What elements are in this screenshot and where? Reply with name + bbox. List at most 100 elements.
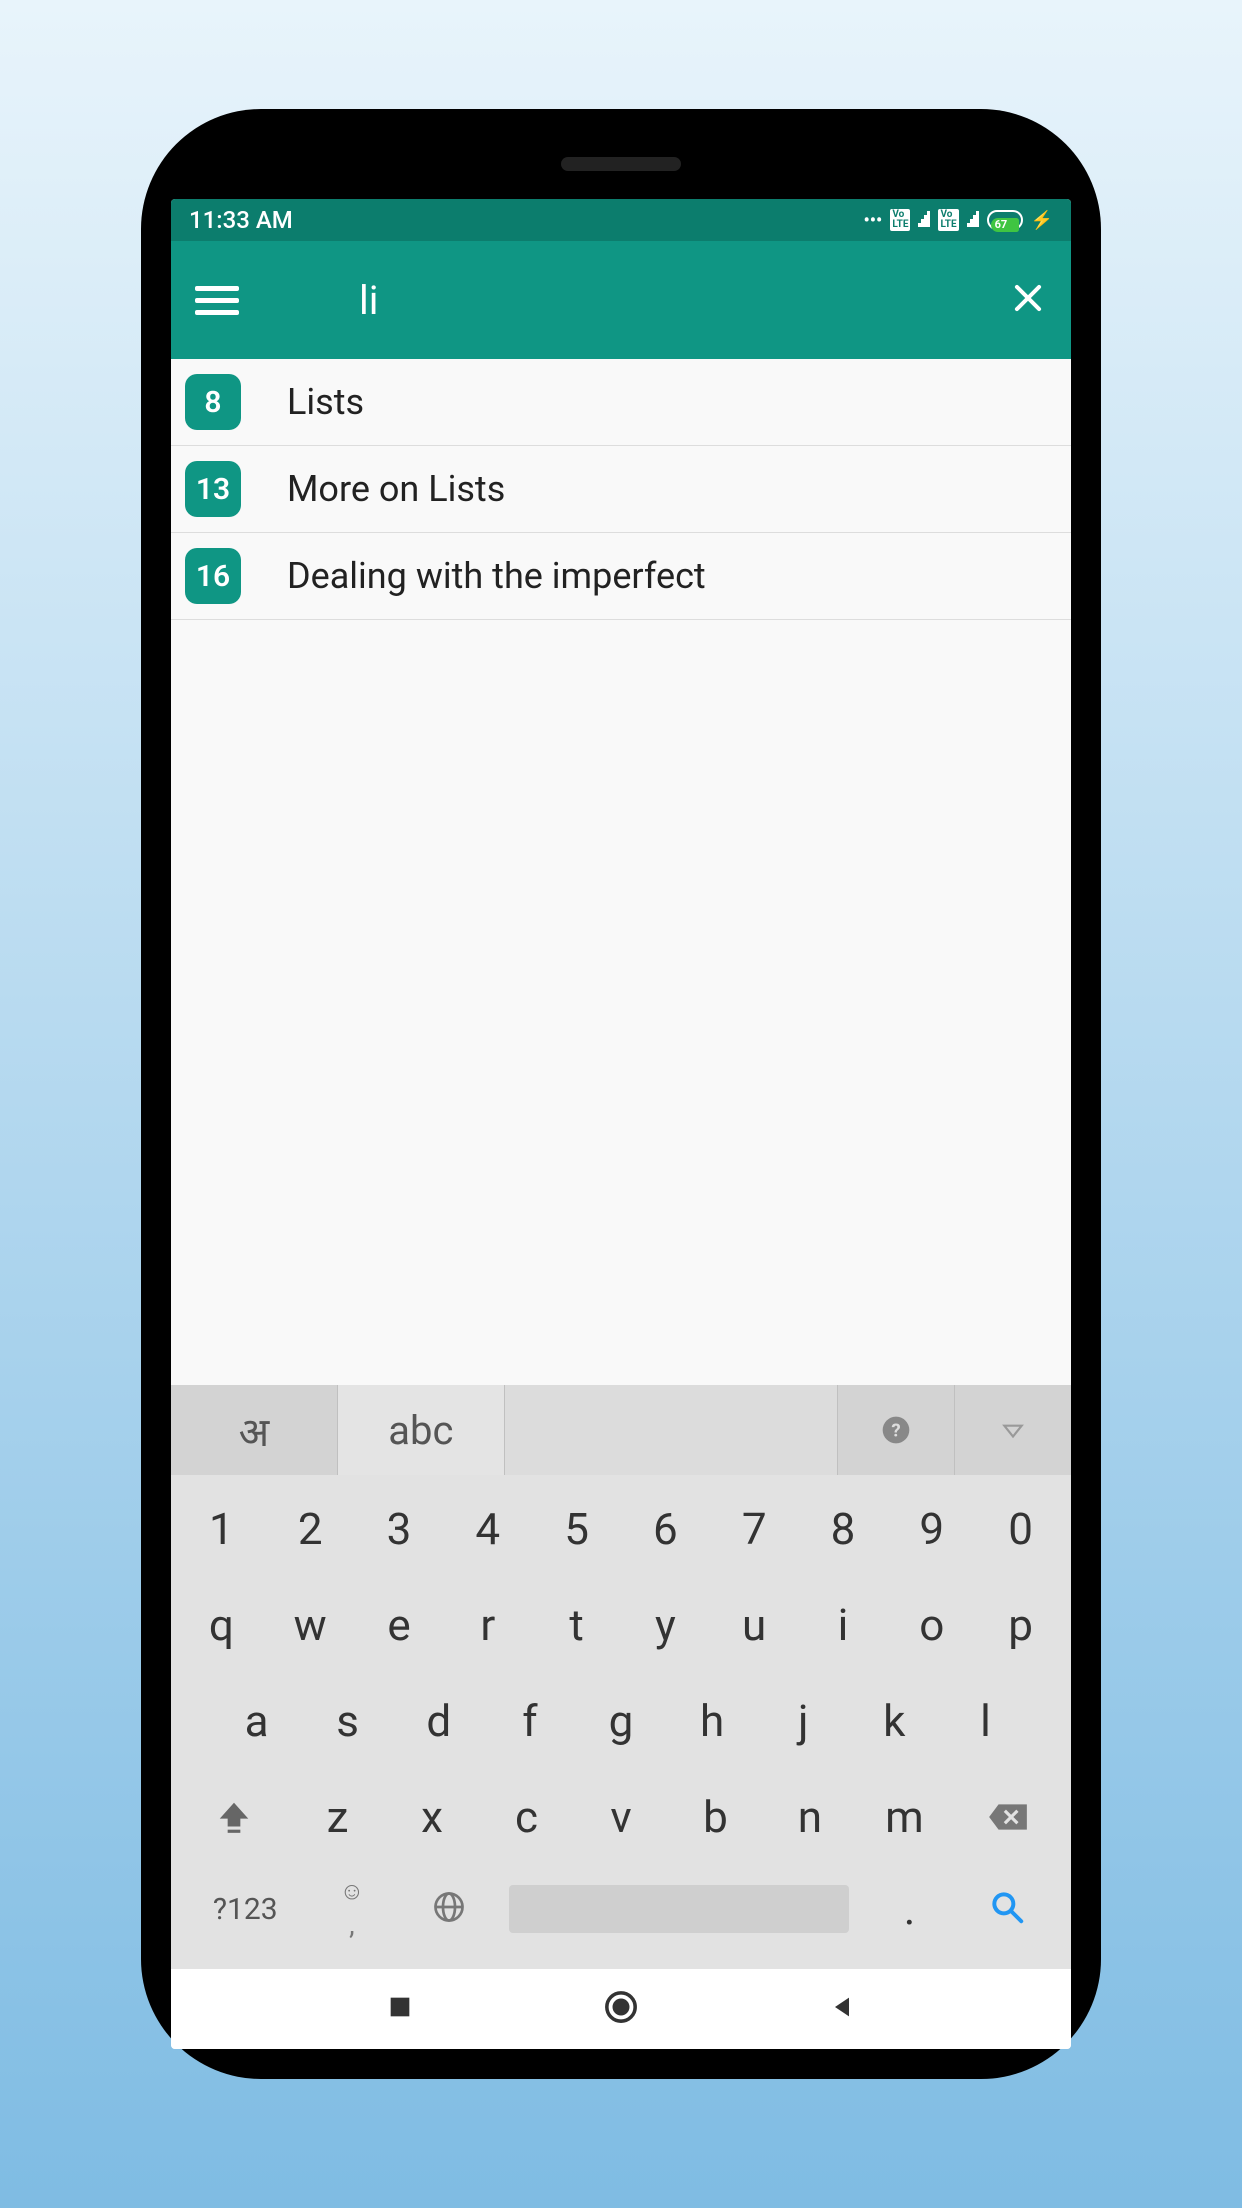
list-item[interactable]: 8 Lists xyxy=(171,359,1071,446)
suggestion-area xyxy=(505,1385,838,1475)
keyboard-row-numbers: 1 2 3 4 5 6 7 8 9 0 xyxy=(177,1485,1065,1573)
recent-apps-button[interactable] xyxy=(386,1993,414,2025)
navigation-bar xyxy=(171,1969,1071,2049)
volte-icon-2: VoLTE xyxy=(938,209,958,231)
backspace-icon xyxy=(986,1800,1030,1834)
signal-icon-1 xyxy=(918,211,930,229)
key-l[interactable]: l xyxy=(940,1677,1031,1765)
status-time: 11:33 AM xyxy=(189,206,293,234)
key-9[interactable]: 9 xyxy=(887,1485,976,1573)
shift-key[interactable] xyxy=(177,1798,290,1836)
key-j[interactable]: j xyxy=(758,1677,849,1765)
key-2[interactable]: 2 xyxy=(266,1485,355,1573)
battery-icon: 67 xyxy=(987,210,1023,230)
signal-icon-2 xyxy=(967,211,979,229)
lang-switch-abc[interactable]: abc xyxy=(338,1385,505,1475)
phone-speaker xyxy=(561,157,681,171)
item-number-badge: 8 xyxy=(185,374,241,430)
key-h[interactable]: h xyxy=(667,1677,758,1765)
more-icon: ••• xyxy=(863,210,882,231)
key-e[interactable]: e xyxy=(355,1581,444,1669)
keyboard-row-zxcv: z x c v b n m xyxy=(177,1773,1065,1861)
key-n[interactable]: n xyxy=(763,1773,857,1861)
svg-text:?: ? xyxy=(891,1420,900,1442)
key-0[interactable]: 0 xyxy=(976,1485,1065,1573)
app-bar: li xyxy=(171,241,1071,359)
period-key[interactable]: . xyxy=(861,1883,958,1935)
key-u[interactable]: u xyxy=(710,1581,799,1669)
key-1[interactable]: 1 xyxy=(177,1485,266,1573)
menu-button[interactable] xyxy=(195,278,239,322)
triangle-left-icon xyxy=(828,1993,856,2021)
charging-icon: ⚡ xyxy=(1031,210,1053,231)
key-d[interactable]: d xyxy=(393,1677,484,1765)
key-m[interactable]: m xyxy=(857,1773,951,1861)
key-p[interactable]: p xyxy=(976,1581,1065,1669)
key-i[interactable]: i xyxy=(799,1581,888,1669)
space-key[interactable] xyxy=(509,1885,849,1933)
key-b[interactable]: b xyxy=(668,1773,762,1861)
emoji-icon: ☺ xyxy=(340,1877,365,1906)
square-icon xyxy=(386,1993,414,2021)
circle-icon xyxy=(604,1990,638,2024)
emoji-key[interactable]: ☺ , xyxy=(303,1877,400,1941)
key-k[interactable]: k xyxy=(849,1677,940,1765)
key-5[interactable]: 5 xyxy=(532,1485,621,1573)
shift-icon xyxy=(215,1798,253,1836)
item-label: Lists xyxy=(287,381,364,423)
key-s[interactable]: s xyxy=(302,1677,393,1765)
clear-search-button[interactable] xyxy=(1009,279,1047,321)
keyboard-bottom-row: ?123 ☺ , . xyxy=(177,1869,1065,1955)
key-g[interactable]: g xyxy=(575,1677,666,1765)
phone-frame: 11:33 AM ••• VoLTE VoLTE 67 ⚡ xyxy=(141,109,1101,2079)
status-right: ••• VoLTE VoLTE 67 ⚡ xyxy=(863,209,1053,231)
item-label: More on Lists xyxy=(287,468,505,510)
key-y[interactable]: y xyxy=(621,1581,710,1669)
keyboard: अ abc ? 1 2 3 4 5 6 7 8 xyxy=(171,1385,1071,1969)
screen: 11:33 AM ••• VoLTE VoLTE 67 ⚡ xyxy=(171,199,1071,2049)
key-o[interactable]: o xyxy=(887,1581,976,1669)
comma-label: , xyxy=(349,1908,355,1941)
keyboard-help-button[interactable]: ? xyxy=(838,1385,955,1475)
back-button[interactable] xyxy=(828,1993,856,2025)
lang-switch-hindi[interactable]: अ xyxy=(171,1385,338,1475)
key-x[interactable]: x xyxy=(385,1773,479,1861)
key-a[interactable]: a xyxy=(211,1677,302,1765)
list-item[interactable]: 13 More on Lists xyxy=(171,446,1071,533)
keyboard-suggestion-bar: अ abc ? xyxy=(171,1385,1071,1475)
volte-icon-1: VoLTE xyxy=(890,209,910,231)
key-7[interactable]: 7 xyxy=(710,1485,799,1573)
home-button[interactable] xyxy=(604,1990,638,2028)
status-bar: 11:33 AM ••• VoLTE VoLTE 67 ⚡ xyxy=(171,199,1071,241)
key-4[interactable]: 4 xyxy=(443,1485,532,1573)
close-icon xyxy=(1009,279,1047,317)
language-key[interactable] xyxy=(400,1889,497,1929)
search-key[interactable] xyxy=(958,1888,1055,1930)
key-w[interactable]: w xyxy=(266,1581,355,1669)
key-q[interactable]: q xyxy=(177,1581,266,1669)
item-number-badge: 13 xyxy=(185,461,241,517)
key-6[interactable]: 6 xyxy=(621,1485,710,1573)
keyboard-row-qwerty: q w e r t y u i o p xyxy=(177,1581,1065,1669)
symbols-key[interactable]: ?123 xyxy=(187,1892,303,1927)
list-item[interactable]: 16 Dealing with the imperfect xyxy=(171,533,1071,620)
globe-icon xyxy=(431,1889,467,1925)
item-label: Dealing with the imperfect xyxy=(287,555,706,597)
key-3[interactable]: 3 xyxy=(355,1485,444,1573)
key-z[interactable]: z xyxy=(290,1773,384,1861)
key-r[interactable]: r xyxy=(443,1581,532,1669)
key-v[interactable]: v xyxy=(574,1773,668,1861)
key-t[interactable]: t xyxy=(532,1581,621,1669)
results-list: 8 Lists 13 More on Lists 16 Dealing with… xyxy=(171,359,1071,1385)
search-icon xyxy=(988,1888,1026,1926)
keyboard-row-asdf: a s d f g h j k l xyxy=(177,1677,1065,1765)
item-number-badge: 16 xyxy=(185,548,241,604)
keyboard-rows: 1 2 3 4 5 6 7 8 9 0 q w e r t y xyxy=(171,1475,1071,1969)
help-icon: ? xyxy=(880,1414,912,1446)
backspace-key[interactable] xyxy=(952,1800,1065,1834)
key-c[interactable]: c xyxy=(479,1773,573,1861)
keyboard-collapse-button[interactable] xyxy=(955,1385,1071,1475)
search-input[interactable]: li xyxy=(359,277,1009,324)
key-8[interactable]: 8 xyxy=(799,1485,888,1573)
key-f[interactable]: f xyxy=(484,1677,575,1765)
